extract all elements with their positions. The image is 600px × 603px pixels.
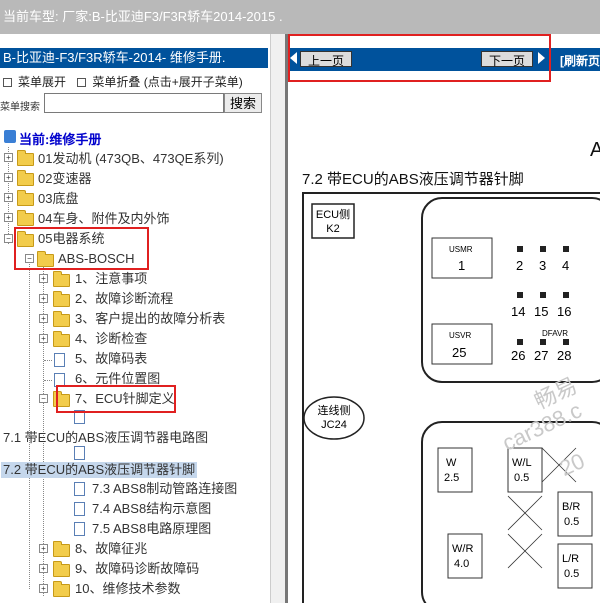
expand-toggle[interactable]: + [39,314,48,323]
pin-number: 14 [511,304,525,319]
folder-icon [17,190,34,206]
fuse-color: L/R [562,553,579,565]
left-scrollbar[interactable] [270,34,286,603]
book-icon [4,130,16,143]
pin-number: 2 [516,258,523,273]
collapse-toggle[interactable]: − [4,234,13,243]
content-pane: 上一页 下一页 [刷新页 A 7.2 带ECU的ABS液压调节器针脚 ECU侧 … [288,34,600,603]
top-bar: 当前车型: 厂家:B-比亚迪F3/F3R轿车2014-2015 . [0,0,600,36]
pin-number: 25 [452,345,466,360]
tree-item-body[interactable]: 04车身、附件及内外饰 [38,211,169,227]
harness-code-label: JC24 [321,419,347,431]
folder-icon [53,581,70,597]
expand-checkbox[interactable] [3,78,12,88]
document-icon [74,522,85,536]
search-input[interactable] [44,93,224,113]
document-icon [74,482,85,496]
tree-item-7-5[interactable]: 7.5 ABS8电路原理图 [92,521,211,537]
left-pane: B-比亚迪-F3/F3R轿车-2014- 维修手册. 菜单展开 菜单折叠 (点击… [0,34,270,603]
expand-toggle[interactable]: + [39,334,48,343]
highlight-box [14,227,149,270]
pin-number: 26 [511,348,525,363]
tree-item-precautions[interactable]: 1、注意事项 [75,271,147,287]
folder-icon [17,210,34,226]
pin-label: USVR [449,331,471,340]
tree-item-engine[interactable]: 01发动机 (473QB、473QE系列) [38,151,224,167]
fuse-color: W/L [512,457,532,469]
folder-icon [53,541,70,557]
expand-toggle[interactable]: + [4,193,13,202]
fuse-color: W/R [452,543,473,555]
expand-toggle[interactable]: + [39,544,48,553]
highlight-box [56,385,176,413]
tree-item-customer-analysis[interactable]: 3、客户提出的故障分析表 [75,311,225,327]
menu-expand-link[interactable]: 菜单展开 [18,75,66,89]
pin-number: 3 [539,258,546,273]
ecu-side-label: ECU侧 [316,208,350,221]
harness-side-label: 连线侧 [318,403,351,417]
tree-item-chassis[interactable]: 03底盘 [38,191,78,207]
highlight-box [288,34,551,82]
fuse-rating: 4.0 [454,558,469,570]
pin-number: 15 [534,304,548,319]
document-icon [74,502,85,516]
search-bar: 菜单搜索 搜索 [0,93,270,115]
expand-toggle[interactable]: + [39,294,48,303]
search-button[interactable]: 搜索 [224,93,262,113]
search-label: 菜单搜索 [0,102,40,113]
folder-icon [53,291,70,307]
tree-item-7-4[interactable]: 7.4 ABS8结构示意图 [92,501,211,517]
pin-number: 16 [557,304,571,319]
folder-icon [53,561,70,577]
tree-item-dtc-diagnosis[interactable]: 9、故障码诊断故障码 [75,561,199,577]
fuse-rating: 0.5 [514,472,529,484]
fuse-rating: 0.5 [564,568,579,580]
folder-icon [53,271,70,287]
document-icon [74,446,85,460]
menu-collapse-link[interactable]: 菜单折叠 (点击+展开子菜单) [92,75,242,89]
tree-item-diagnosis-flow[interactable]: 2、故障诊断流程 [75,291,173,307]
tree-item-7-3[interactable]: 7.3 ABS8制动管路连接图 [92,481,237,497]
folder-icon [53,311,70,327]
refresh-link[interactable]: [刷新页 [560,52,600,69]
doc-heading: 7.2 带ECU的ABS液压调节器针脚 [302,171,524,188]
menu-controls: 菜单展开 菜单折叠 (点击+展开子菜单) [3,73,243,90]
pin-number: 27 [534,348,548,363]
manual-title: B-比亚迪-F3/F3R轿车-2014- 维修手册. [0,48,268,68]
folder-icon [53,331,70,347]
tree-root-label[interactable]: 当前:维修手册 [19,129,101,148]
expand-toggle[interactable]: + [39,564,48,573]
collapse-checkbox[interactable] [77,78,87,88]
expand-toggle[interactable]: + [4,173,13,182]
current-model-text: 当前车型: 厂家:B-比亚迪F3/F3R轿车2014-2015 . [3,9,283,24]
pin-label: USMR [449,245,473,254]
pin-number: 4 [562,258,569,273]
pin-label: DFAVR [542,329,568,338]
pin-number: 1 [458,258,465,273]
doc-page-letter: A [590,139,600,161]
ecu-code-label: K2 [326,223,339,235]
collapse-toggle[interactable]: − [39,394,48,403]
folder-icon [17,150,34,166]
expand-toggle[interactable]: + [4,153,13,162]
fuse-rating: 0.5 [564,516,579,528]
tree-item-diagnostic-check[interactable]: 4、诊断检查 [75,331,147,347]
document-icon [54,353,65,367]
tree-item-7-2-selected[interactable]: 7.2 带ECU的ABS液压调节器针脚 [1,462,198,478]
folder-icon [17,170,34,186]
tree-item-symptoms[interactable]: 8、故障征兆 [75,541,147,557]
fuse-color: B/R [562,501,580,513]
expand-toggle[interactable]: + [4,213,13,222]
pin-number: 28 [557,348,571,363]
tree-item-dtc-table[interactable]: 5、故障码表 [75,351,147,367]
expand-toggle[interactable]: + [39,274,48,283]
tree-item-transmission[interactable]: 02变速器 [38,171,91,187]
expand-toggle[interactable]: + [39,584,48,593]
fuse-rating: 2.5 [444,472,459,484]
fuse-color: W [446,457,457,469]
tree-item-specifications[interactable]: 10、维修技术参数 [75,581,180,597]
tree-item-7-1[interactable]: 7.1 带ECU的ABS液压调节器电路图 [3,430,208,446]
